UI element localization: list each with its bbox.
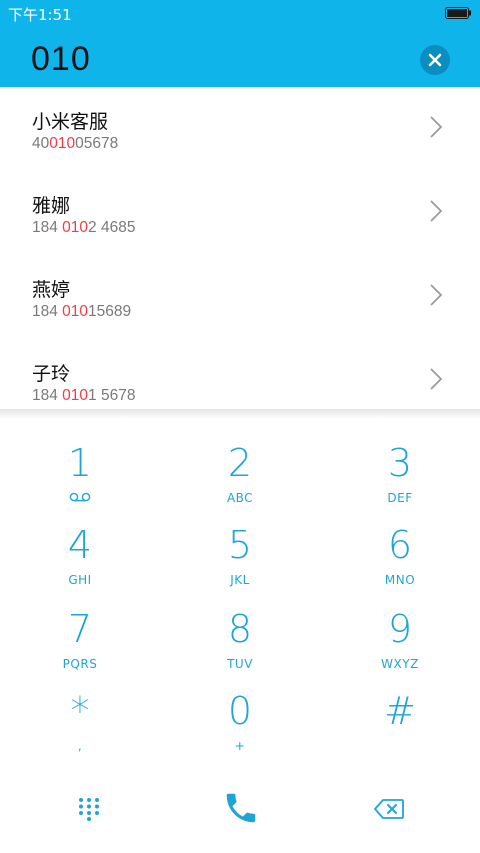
keypad-divider (0, 409, 480, 419)
key-8[interactable]: 8 TUV (160, 585, 320, 671)
key-hash[interactable]: # (320, 667, 480, 749)
key-digit: * (70, 689, 90, 733)
key-7[interactable]: 7 PQRS (0, 585, 160, 671)
key-digit: 8 (227, 607, 253, 651)
matched-digits: 010 (62, 387, 89, 404)
contact-row[interactable]: 子玲 184 0101 5678 (0, 339, 480, 409)
backspace-button[interactable] (340, 777, 440, 843)
contact-name: 子玲 (32, 363, 71, 385)
key-2[interactable]: 2 ABC (160, 419, 320, 505)
key-digit: 3 (387, 441, 413, 485)
dialpad-toggle-button[interactable] (38, 777, 138, 843)
contact-number: 4001005678 (32, 135, 119, 152)
status-bar: 下午1:51 (0, 0, 480, 26)
dialer-header: 010 (0, 26, 480, 87)
backspace-icon (374, 799, 404, 819)
chevron-right-icon[interactable] (430, 200, 442, 222)
contact-row[interactable]: 燕婷 184 01015689 (0, 255, 480, 339)
contact-name: 燕婷 (32, 279, 71, 301)
status-time: 下午1:51 (8, 6, 72, 24)
contact-number: 184 01015689 (32, 303, 132, 320)
clear-icon (428, 53, 442, 67)
key-0[interactable]: 0 + (160, 667, 320, 753)
key-digit: 7 (67, 607, 93, 651)
chevron-right-icon[interactable] (430, 284, 442, 306)
clear-button[interactable] (420, 45, 450, 75)
key-digit: 9 (387, 607, 413, 651)
battery-icon (445, 7, 471, 19)
key-star[interactable]: * , (0, 667, 160, 753)
contact-number: 184 0101 5678 (32, 387, 136, 404)
call-button[interactable] (190, 777, 290, 843)
key-letters: + (234, 739, 246, 753)
contact-results-list: 小米客服 4001005678 雅娜 184 0102 4685 燕婷 184 … (0, 87, 480, 409)
key-digit: 1 (67, 441, 93, 485)
key-letters: , (77, 739, 83, 753)
key-digit: 5 (227, 523, 253, 567)
contact-name: 雅娜 (32, 195, 71, 217)
chevron-right-icon[interactable] (430, 116, 442, 138)
chevron-right-icon[interactable] (430, 368, 442, 390)
matched-digits: 010 (62, 303, 89, 320)
key-9[interactable]: 9 WXYZ (320, 585, 480, 671)
matched-digits: 010 (49, 135, 76, 152)
key-digit: 2 (227, 441, 253, 485)
contact-row[interactable]: 雅娜 184 0102 4685 (0, 171, 480, 255)
dial-query-field[interactable]: 010 (31, 40, 91, 79)
contact-number: 184 0102 4685 (32, 219, 136, 236)
phone-call-icon (226, 793, 256, 823)
key-digit: # (384, 689, 416, 733)
key-4[interactable]: 4 GHI (0, 501, 160, 587)
key-6[interactable]: 6 MNO (320, 501, 480, 587)
key-digit: 0 (227, 689, 253, 733)
dialer-actions (0, 777, 480, 843)
dialpad-icon (79, 798, 99, 821)
matched-digits: 010 (62, 219, 89, 236)
contact-row[interactable]: 小米客服 4001005678 (0, 87, 480, 171)
key-digit: 4 (67, 523, 93, 567)
key-digit: 6 (387, 523, 413, 567)
contact-name: 小米客服 (32, 111, 109, 133)
key-3[interactable]: 3 DEF (320, 419, 480, 505)
key-1[interactable]: 1 (0, 419, 160, 502)
key-5[interactable]: 5 JKL (160, 501, 320, 587)
